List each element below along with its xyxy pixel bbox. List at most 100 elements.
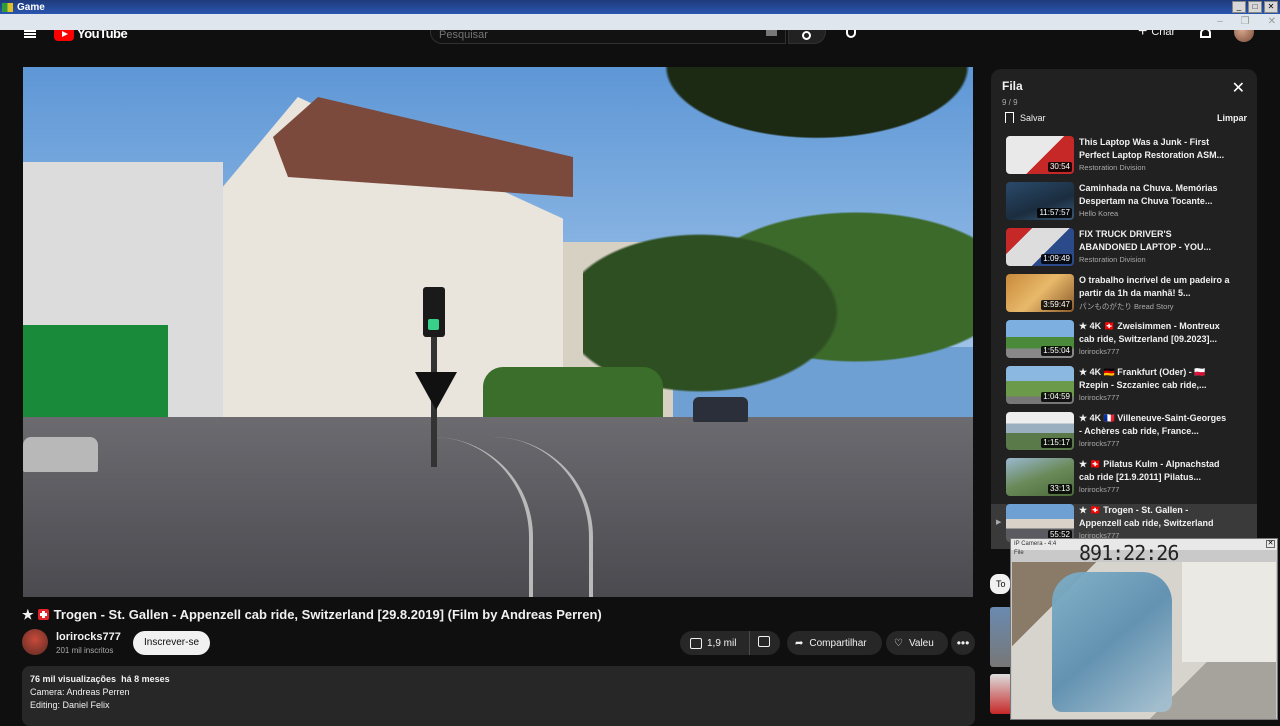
webcam-window[interactable]: IP Camera - 4:4 ✕ File 891:22:26 — [1010, 538, 1278, 720]
create-button[interactable]: + Criar — [1138, 30, 1175, 40]
notifications-icon[interactable] — [1200, 30, 1211, 38]
queue-item[interactable]: 11:57:57 Caminhada na Chuva. Memórias Des… — [991, 182, 1257, 228]
thumbs-down-icon — [758, 636, 770, 647]
bookmark-icon — [1005, 112, 1014, 123]
queue-item-title[interactable]: O trabalho incrível de um padeiro a part… — [1079, 274, 1231, 300]
video-title: ★ Trogen - St. Gallen - Appenzell cab rid… — [22, 607, 602, 622]
webcam-close-icon[interactable]: ✕ — [1266, 540, 1275, 548]
queue-item-channel: lorirocks777 — [1079, 393, 1120, 402]
duration-badge: 1:55:04 — [1041, 346, 1072, 356]
thanks-button[interactable]: ♡ Valeu — [886, 631, 948, 655]
subscriber-count: 201 mil inscritos — [56, 646, 114, 655]
browser-close-icon[interactable]: ✕ — [1268, 16, 1276, 27]
queue-item-title[interactable]: ★ 🇨🇭 Trogen - St. Gallen - Appenzell cab… — [1079, 504, 1231, 530]
clear-queue-button[interactable]: Limpar — [1217, 113, 1247, 123]
queue-list: 30:54 This Laptop Was a Junk - First Perf… — [991, 136, 1257, 549]
queue-thumbnail[interactable]: 1:55:04 — [1006, 320, 1074, 358]
webcam-armchair — [1052, 572, 1172, 712]
side-thumbnail[interactable] — [990, 674, 1012, 714]
close-icon[interactable]: ✕ — [1232, 81, 1245, 97]
description-box[interactable]: 76 mil visualizações há 8 meses Camera: … — [22, 666, 975, 726]
close-window-button[interactable]: ✕ — [1264, 1, 1278, 13]
queue-item-title[interactable]: FIX TRUCK DRIVER'S ABANDONED LAPTOP - YO… — [1079, 228, 1231, 254]
share-button[interactable]: ➦ Compartilhar — [787, 631, 882, 655]
queue-item[interactable]: 1:04:59 ★ 4K 🇩🇪 Frankfurt (Oder) - 🇵🇱 Rze… — [991, 366, 1257, 412]
swiss-flag-icon — [37, 609, 49, 620]
duration-badge: 30:54 — [1047, 162, 1072, 172]
side-thumbnail[interactable] — [990, 607, 1012, 667]
subscribe-button[interactable]: Inscrever-se — [133, 631, 211, 655]
browser-strip — [0, 14, 1280, 30]
thumbs-up-icon — [690, 637, 702, 649]
search-input[interactable] — [439, 30, 739, 41]
microphone-icon[interactable] — [846, 30, 856, 38]
queue-item-title[interactable]: Caminhada na Chuva. Memórias Despertam n… — [1079, 182, 1231, 208]
plus-icon: + — [1138, 30, 1148, 40]
duration-badge: 33:13 — [1047, 484, 1072, 494]
queue-thumbnail[interactable]: 30:54 — [1006, 136, 1074, 174]
webcam-window-light — [1182, 562, 1276, 662]
duration-badge: 11:57:57 — [1037, 208, 1072, 218]
queue-item[interactable]: 1:15:17 ★ 4K 🇫🇷 Villeneuve-Saint-Georges … — [991, 412, 1257, 458]
channel-avatar[interactable] — [22, 629, 48, 655]
video-frame-traffic-signal — [423, 287, 445, 337]
channel-name[interactable]: lorirocks777 — [56, 631, 121, 643]
like-button[interactable]: 1,9 mil — [680, 631, 750, 655]
youtube-header: YouTube + Criar — [0, 30, 1280, 44]
share-icon: ➦ — [795, 637, 804, 649]
os-title-bar: Game _ □ ✕ — [0, 0, 1280, 14]
search-icon — [802, 31, 811, 40]
queue-thumbnail[interactable]: 55:52 — [1006, 504, 1074, 542]
webcam-menu[interactable]: File — [1014, 550, 1024, 556]
queue-title: Fila — [1002, 79, 1023, 93]
queue-item-channel: Restoration Division — [1079, 255, 1146, 264]
queue-thumbnail[interactable]: 1:04:59 — [1006, 366, 1074, 404]
description-line: Camera: Andreas Perren — [30, 687, 130, 697]
save-queue-button[interactable]: Salvar — [1005, 112, 1046, 123]
queue-item-channel: Hello Korea — [1079, 209, 1119, 218]
video-player[interactable] — [23, 67, 973, 597]
dislike-button[interactable] — [750, 636, 770, 650]
menu-icon[interactable] — [24, 30, 36, 38]
queue-item-channel: lorirocks777 — [1079, 485, 1120, 494]
queue-item[interactable]: 1:55:04 ★ 4K 🇨🇭 Zweisimmen - Montreux cab… — [991, 320, 1257, 366]
queue-item-title[interactable]: ★ 🇨🇭 Pilatus Kulm - Alpnachstad cab ride… — [1079, 458, 1231, 484]
queue-thumbnail[interactable]: 33:13 — [1006, 458, 1074, 496]
queue-item-title[interactable]: ★ 4K 🇨🇭 Zweisimmen - Montreux cab ride, … — [1079, 320, 1231, 346]
queue-item-title[interactable]: ★ 4K 🇩🇪 Frankfurt (Oder) - 🇵🇱 Rzepin - S… — [1079, 366, 1231, 392]
browser-restore-icon[interactable]: ❐ — [1241, 16, 1250, 27]
queue-item-title[interactable]: ★ 4K 🇫🇷 Villeneuve-Saint-Georges - Achèr… — [1079, 412, 1231, 438]
queue-item[interactable]: 33:13 ★ 🇨🇭 Pilatus Kulm - Alpnachstad cab… — [991, 458, 1257, 504]
youtube-play-icon — [54, 30, 74, 41]
queue-thumbnail[interactable]: 11:57:57 — [1006, 182, 1074, 220]
queue-thumbnail[interactable]: 1:15:17 — [1006, 412, 1074, 450]
search-box[interactable] — [430, 30, 786, 44]
minimize-button[interactable]: _ — [1232, 1, 1246, 13]
queue-item[interactable]: 30:54 This Laptop Was a Junk - First Perf… — [991, 136, 1257, 182]
queue-item-channel: Restoration Division — [1079, 163, 1146, 172]
like-dislike-group: 1,9 mil — [680, 631, 780, 655]
side-chip[interactable]: To — [990, 574, 1010, 594]
queue-item-channel: lorirocks777 — [1079, 439, 1120, 448]
keyboard-icon[interactable] — [766, 30, 777, 36]
queue-thumbnail[interactable]: 3:59:47 — [1006, 274, 1074, 312]
thanks-heart-icon: ♡ — [894, 637, 903, 649]
maximize-button[interactable]: □ — [1248, 1, 1262, 13]
browser-minimize-icon[interactable]: – — [1217, 16, 1223, 27]
game-app-icon — [2, 2, 13, 12]
view-stats: 76 mil visualizações há 8 meses — [30, 674, 170, 684]
queue-thumbnail[interactable]: 1:09:49 — [1006, 228, 1074, 266]
video-frame-car — [23, 437, 98, 472]
queue-item[interactable]: 3:59:47 O trabalho incrível de um padeiro… — [991, 274, 1257, 320]
account-avatar[interactable] — [1234, 30, 1254, 42]
more-actions-button[interactable]: ••• — [951, 631, 975, 655]
queue-item[interactable]: 1:09:49 FIX TRUCK DRIVER'S ABANDONED LAPT… — [991, 228, 1257, 274]
youtube-logo[interactable]: YouTube — [54, 30, 128, 41]
duration-badge: 1:15:17 — [1041, 438, 1072, 448]
queue-panel: Fila 9 / 9 ✕ Salvar Limpar 30:54 This Lap… — [991, 69, 1257, 549]
queue-item-title[interactable]: This Laptop Was a Junk - First Perfect L… — [1079, 136, 1231, 162]
duration-badge: 3:59:47 — [1041, 300, 1072, 310]
video-frame-yield-sign — [415, 372, 457, 410]
queue-count: 9 / 9 — [1002, 98, 1018, 107]
search-button[interactable] — [788, 30, 826, 44]
